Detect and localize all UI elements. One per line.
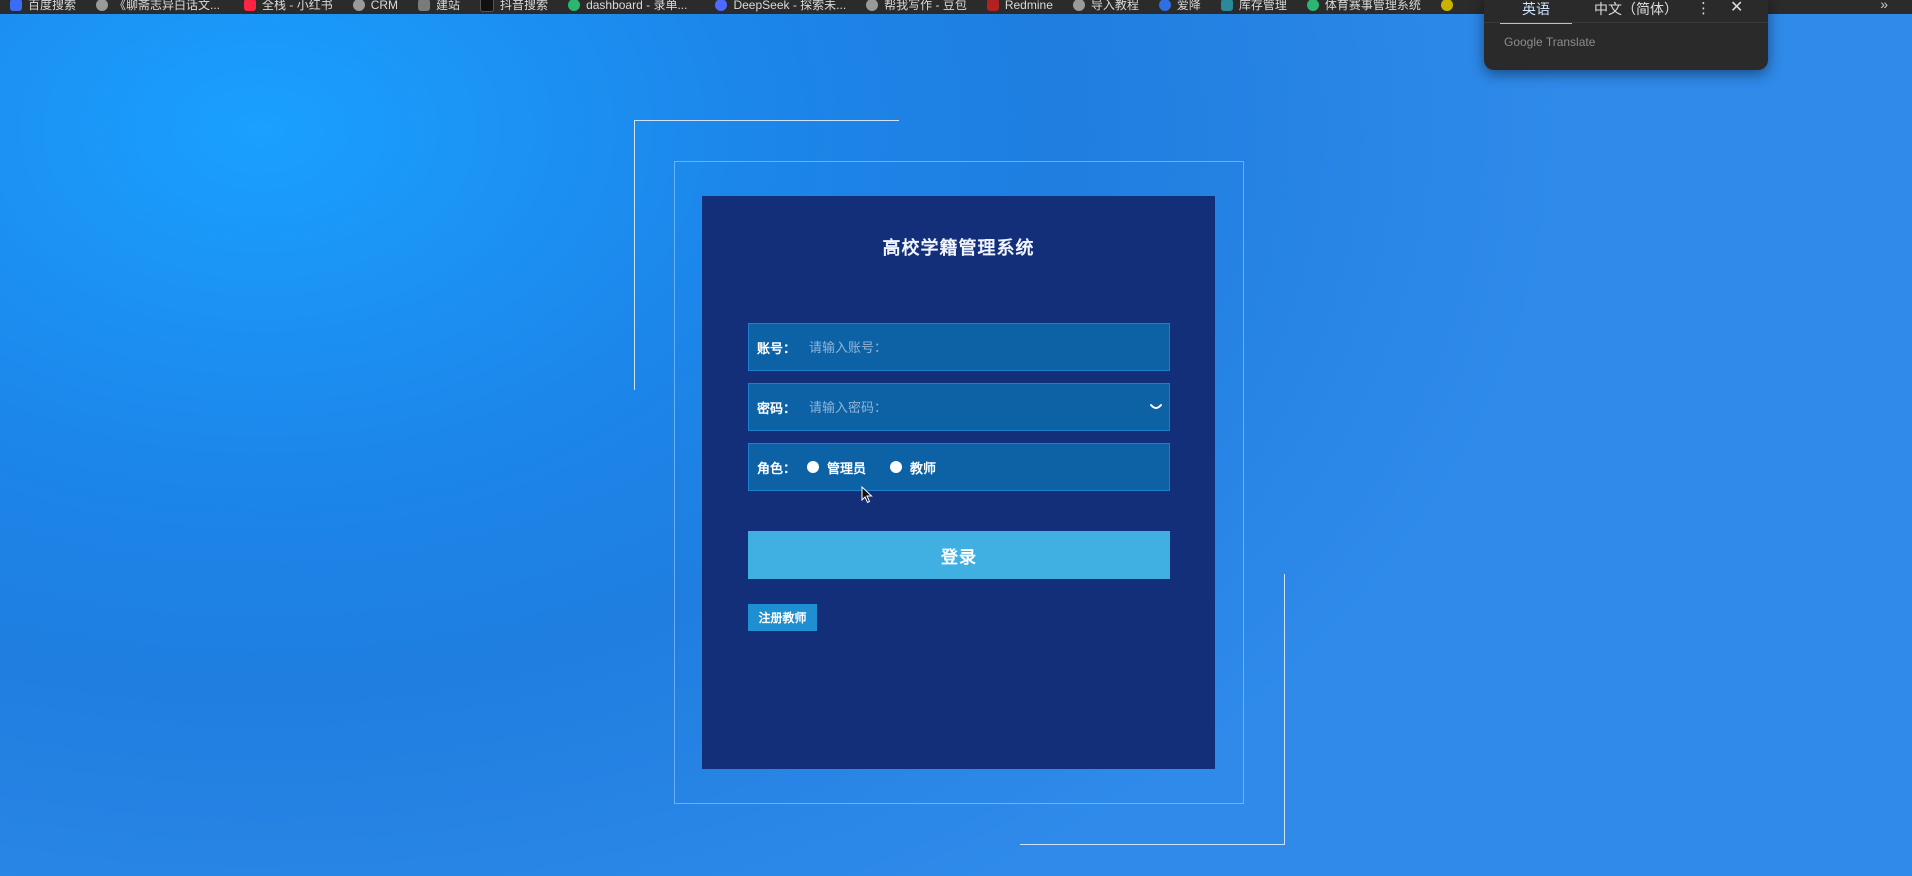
inventory-icon	[1220, 0, 1233, 11]
translate-brand: Google Translate	[1504, 35, 1596, 49]
eye-closed-icon[interactable]	[1149, 403, 1163, 411]
bookmark-item[interactable]: 百度搜索	[0, 0, 86, 11]
radio-icon	[890, 461, 903, 473]
bookmark-item[interactable]: 帮我写作 - 豆包	[856, 0, 977, 11]
globe-icon	[96, 0, 109, 11]
redmine-icon	[986, 0, 999, 11]
bookmark-item[interactable]: 全栈 - 小红书	[230, 0, 343, 11]
login-card: 高校学籍管理系统 账号： 密码： 角色： 管理员 教师 登录 注册教师	[702, 196, 1215, 769]
role-option-teacher[interactable]: 教师	[890, 458, 936, 477]
deepseek-icon	[715, 0, 728, 11]
bookmark-item[interactable]: 爱降	[1149, 0, 1211, 11]
more-options-icon[interactable]: ⋮	[1696, 0, 1711, 17]
site-icon	[418, 0, 431, 11]
mouse-cursor-icon	[861, 486, 873, 504]
login-button[interactable]: 登录	[748, 531, 1170, 579]
bookmark-item[interactable]: Redmine	[977, 0, 1063, 11]
bookmark-item[interactable]: 体育赛事管理系统	[1297, 0, 1431, 11]
close-icon[interactable]: ✕	[1730, 0, 1743, 17]
password-field: 密码：	[748, 383, 1170, 431]
password-label: 密码：	[757, 400, 797, 416]
bookmark-item[interactable]: CRM	[343, 0, 408, 11]
account-input[interactable]	[807, 331, 1169, 363]
shield-icon	[1158, 0, 1171, 11]
translate-tab-chinese[interactable]: 中文（简体）	[1572, 0, 1700, 23]
xiaohongshu-icon	[244, 0, 257, 11]
radio-icon	[807, 461, 819, 473]
decor-line-left	[634, 120, 635, 390]
translate-popup: 英语 中文（简体） ⋮ ✕ Google Translate	[1484, 0, 1768, 70]
bookmark-item[interactable]: 抖音搜索	[470, 0, 558, 12]
baidu-icon	[10, 0, 22, 11]
bookmarks-overflow-icon[interactable]: »	[1880, 0, 1888, 11]
bookmark-icon	[1440, 0, 1453, 11]
decor-line-top	[634, 120, 899, 121]
account-field: 账号：	[748, 323, 1170, 371]
bookmark-item[interactable]: 《聊斋志异白话文...	[86, 0, 230, 11]
bookmark-item[interactable]	[1431, 0, 1469, 11]
bookmark-item[interactable]: DeepSeek - 探索未...	[697, 0, 856, 11]
bookmark-item[interactable]: 导入教程	[1063, 0, 1149, 11]
translate-tab-english[interactable]: 英语	[1500, 0, 1572, 24]
bookmark-item[interactable]: 建站	[408, 0, 470, 11]
tiktok-icon	[480, 0, 495, 12]
decor-line-bottom	[1020, 844, 1285, 845]
globe-icon	[352, 0, 365, 11]
register-teacher-button[interactable]: 注册教师	[748, 604, 817, 631]
translate-divider	[1484, 22, 1768, 23]
role-field: 角色： 管理员 教师	[748, 443, 1170, 491]
bookmark-item[interactable]: 库存管理	[1211, 0, 1297, 11]
bookmark-item[interactable]: dashboard - 录单...	[558, 0, 697, 11]
doubao-icon	[866, 0, 879, 11]
role-option-admin[interactable]: 管理员	[807, 458, 866, 477]
globe-icon	[1072, 0, 1085, 11]
decor-line-right	[1284, 574, 1285, 845]
page-title: 高校学籍管理系统	[882, 238, 1035, 258]
translate-tabs: 英语 中文（简体）	[1500, 0, 1700, 24]
sports-icon	[1306, 0, 1319, 11]
account-label: 账号：	[757, 340, 797, 356]
dashboard-icon	[568, 0, 581, 11]
password-input[interactable]	[807, 391, 1149, 423]
role-label: 角色：	[757, 460, 797, 476]
